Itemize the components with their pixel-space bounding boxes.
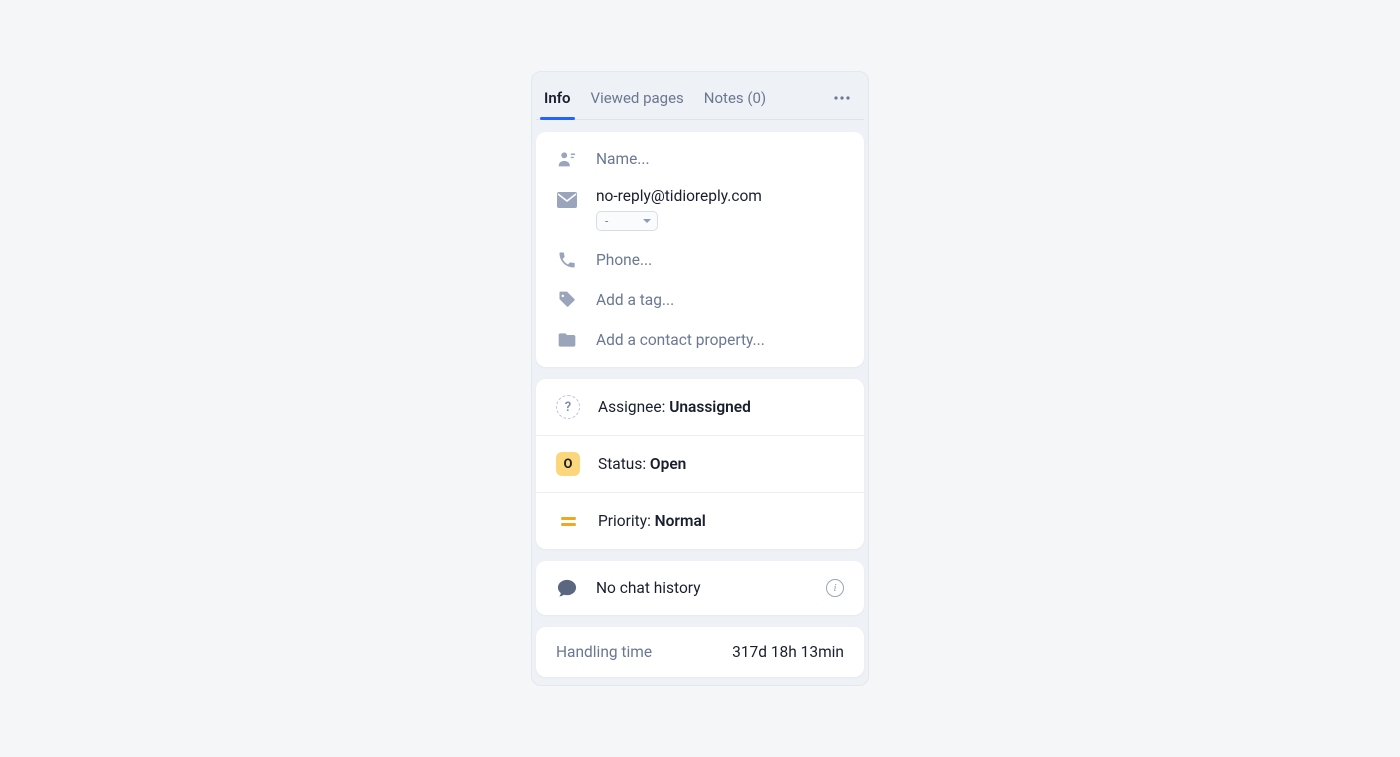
handling-time-value: 317d 18h 13min	[732, 643, 844, 661]
email-icon	[556, 189, 578, 211]
priority-icon	[556, 509, 580, 533]
person-icon	[556, 148, 578, 170]
contact-card: Name... no-reply@tidioreply.com - Phone.…	[536, 132, 864, 367]
email-type-select[interactable]: -	[596, 211, 658, 231]
chat-history-text: No chat history	[596, 579, 701, 597]
name-placeholder: Name...	[596, 150, 650, 168]
folder-icon	[556, 329, 578, 351]
assignee-icon: ?	[556, 395, 580, 419]
meta-card: ? Assignee: Unassigned O Status: Open Pr…	[536, 379, 864, 549]
assignee-text: Assignee: Unassigned	[598, 398, 751, 416]
status-text: Status: Open	[598, 455, 686, 473]
priority-row[interactable]: Priority: Normal	[536, 493, 864, 549]
property-field[interactable]: Add a contact property...	[536, 320, 864, 367]
email-value: no-reply@tidioreply.com	[596, 187, 762, 205]
assignee-row[interactable]: ? Assignee: Unassigned	[536, 379, 864, 436]
tab-viewed-pages[interactable]: Viewed pages	[589, 76, 686, 119]
contact-info-panel: Info Viewed pages Notes (0) Name... no-r…	[531, 71, 869, 686]
tabs: Info Viewed pages Notes (0)	[536, 76, 864, 120]
more-options-icon[interactable]	[832, 96, 852, 100]
status-icon: O	[556, 452, 580, 476]
phone-field[interactable]: Phone...	[536, 240, 864, 280]
phone-icon	[556, 249, 578, 271]
tag-icon	[556, 289, 578, 311]
tag-placeholder: Add a tag...	[596, 291, 674, 309]
chat-history-card: No chat history i	[536, 561, 864, 615]
phone-placeholder: Phone...	[596, 251, 652, 269]
tab-info[interactable]: Info	[542, 76, 573, 119]
handling-time-card: Handling time 317d 18h 13min	[536, 627, 864, 677]
info-icon[interactable]: i	[826, 579, 844, 597]
tab-notes[interactable]: Notes (0)	[702, 76, 768, 119]
email-field[interactable]: no-reply@tidioreply.com -	[536, 179, 864, 240]
status-row[interactable]: O Status: Open	[536, 436, 864, 493]
priority-text: Priority: Normal	[598, 512, 706, 530]
handling-time-label: Handling time	[556, 643, 652, 661]
name-field[interactable]: Name...	[536, 132, 864, 179]
property-placeholder: Add a contact property...	[596, 331, 765, 349]
tag-field[interactable]: Add a tag...	[536, 280, 864, 320]
chat-icon	[556, 577, 578, 599]
